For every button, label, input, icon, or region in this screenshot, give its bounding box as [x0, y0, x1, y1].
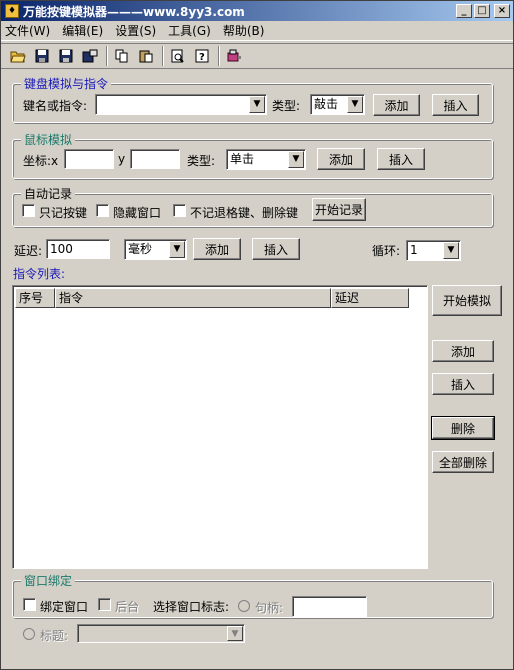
instruction-list-title: 指令列表:	[13, 267, 66, 281]
delay-unit-value: 毫秒	[128, 242, 153, 256]
loop-select[interactable]: 1 ▼	[406, 240, 461, 261]
column-delay[interactable]: 延迟	[331, 288, 409, 308]
only-keys-label: 只记按键	[39, 206, 88, 220]
title-bar[interactable]: ♦ 万能按键模拟器———www.8yy3.com _ □ ×	[1, 1, 513, 21]
column-index[interactable]: 序号	[15, 288, 55, 308]
key-name-label: 键名或指令:	[23, 99, 88, 113]
chevron-down-icon[interactable]: ▼	[443, 242, 459, 259]
toolbar-separator	[106, 46, 108, 66]
key-type-label: 类型:	[272, 99, 301, 113]
start-simulation-button[interactable]: 开始模拟	[432, 285, 502, 316]
key-add-button[interactable]: 添加	[373, 94, 420, 116]
properties-icon[interactable]	[79, 45, 101, 67]
record-group-legend: 自动记录	[21, 185, 76, 202]
copy-icon[interactable]	[111, 45, 133, 67]
bind-window-label: 绑定窗口	[40, 600, 89, 614]
loop-value: 1	[410, 243, 418, 257]
close-button[interactable]: ×	[494, 4, 510, 18]
handle-radio[interactable]	[238, 600, 250, 612]
background-label: 后台	[115, 600, 140, 614]
hide-window-label: 隐藏窗口	[113, 206, 162, 220]
paste-icon[interactable]	[135, 45, 157, 67]
toolbar: ?	[1, 43, 513, 69]
mouse-add-button[interactable]: 添加	[317, 148, 365, 170]
coord-y-input[interactable]	[130, 149, 180, 169]
help-icon[interactable]: ?	[191, 45, 213, 67]
menu-settings[interactable]: 设置(S)	[115, 22, 156, 39]
menu-help[interactable]: 帮助(B)	[223, 22, 265, 39]
key-name-combo[interactable]: ▼	[95, 94, 267, 115]
menu-tools[interactable]: 工具(G)	[168, 22, 211, 39]
maximize-button[interactable]: □	[474, 4, 490, 18]
bind-window-checkbox[interactable]	[23, 598, 36, 611]
select-window-flag-label: 选择窗口标志:	[153, 600, 230, 614]
delay-add-button[interactable]: 添加	[193, 238, 241, 260]
start-record-button[interactable]: 开始记录	[312, 198, 366, 221]
menu-file[interactable]: 文件(W)	[5, 22, 50, 39]
coord-x-input[interactable]	[64, 149, 114, 169]
delay-insert-button[interactable]: 插入	[252, 238, 300, 260]
handle-input[interactable]	[292, 596, 367, 617]
delay-input[interactable]: 100	[46, 239, 110, 259]
column-instruction[interactable]: 指令	[55, 288, 331, 308]
window-title: 万能按键模拟器———www.8yy3.com	[23, 4, 245, 19]
list-delete-button[interactable]: 删除	[431, 416, 495, 440]
no-backspace-checkbox[interactable]	[173, 204, 186, 217]
key-type-select[interactable]: 敲击 ▼	[310, 94, 365, 115]
delay-label: 延迟:	[14, 244, 43, 258]
key-type-value: 敲击	[314, 97, 339, 111]
save-icon[interactable]	[31, 45, 53, 67]
background-checkbox[interactable]	[98, 598, 111, 611]
handle-label: 句柄:	[255, 601, 284, 615]
app-icon: ♦	[5, 4, 19, 18]
chevron-down-icon[interactable]: ▼	[347, 96, 363, 113]
loop-label: 循环:	[372, 244, 401, 258]
coord-y-label: y	[118, 152, 126, 166]
mouse-type-value: 单击	[230, 152, 255, 166]
key-insert-button[interactable]: 插入	[432, 94, 479, 116]
print-preview-icon[interactable]	[167, 45, 189, 67]
title-radio[interactable]	[23, 628, 35, 640]
no-backspace-label: 不记退格键、删除键	[190, 206, 299, 220]
hide-window-checkbox[interactable]	[96, 204, 109, 217]
mouse-group-legend: 鼠标模拟	[21, 131, 76, 148]
list-delete-all-button[interactable]: 全部删除	[432, 451, 494, 473]
open-folder-icon[interactable]	[7, 45, 29, 67]
toolbar-separator	[218, 46, 220, 66]
keyboard-group-legend: 键盘模拟与指令	[21, 75, 112, 92]
list-header: 序号 指令 延迟	[15, 288, 427, 308]
instruction-list[interactable]: 序号 指令 延迟	[12, 285, 428, 569]
svg-text:?: ?	[199, 52, 205, 63]
coord-x-label: 坐标:x	[23, 154, 59, 168]
list-insert-button[interactable]: 插入	[432, 373, 494, 395]
delay-unit-select[interactable]: 毫秒 ▼	[124, 239, 187, 260]
title-label: 标题:	[40, 629, 69, 643]
tool-icon[interactable]	[223, 45, 245, 67]
mouse-type-label: 类型:	[187, 154, 216, 168]
mouse-type-select[interactable]: 单击 ▼	[226, 149, 306, 170]
save-as-icon[interactable]	[55, 45, 77, 67]
mouse-insert-button[interactable]: 插入	[377, 148, 425, 170]
toolbar-separator	[162, 46, 164, 66]
app-window: ♦ 万能按键模拟器———www.8yy3.com _ □ × 文件(W) 编辑(…	[0, 0, 514, 670]
only-keys-checkbox[interactable]	[22, 204, 35, 217]
list-add-button[interactable]: 添加	[432, 340, 494, 362]
chevron-down-icon[interactable]: ▼	[249, 96, 265, 113]
minimize-button[interactable]: _	[456, 4, 472, 18]
menu-bar: 文件(W) 编辑(E) 设置(S) 工具(G) 帮助(B)	[1, 21, 513, 41]
chevron-down-icon[interactable]: ▼	[288, 151, 304, 168]
title-select[interactable]: ▼	[77, 624, 245, 643]
chevron-down-icon[interactable]: ▼	[227, 626, 243, 641]
window-bind-legend: 窗口绑定	[21, 572, 76, 589]
menu-edit[interactable]: 编辑(E)	[62, 22, 103, 39]
chevron-down-icon[interactable]: ▼	[169, 241, 185, 258]
